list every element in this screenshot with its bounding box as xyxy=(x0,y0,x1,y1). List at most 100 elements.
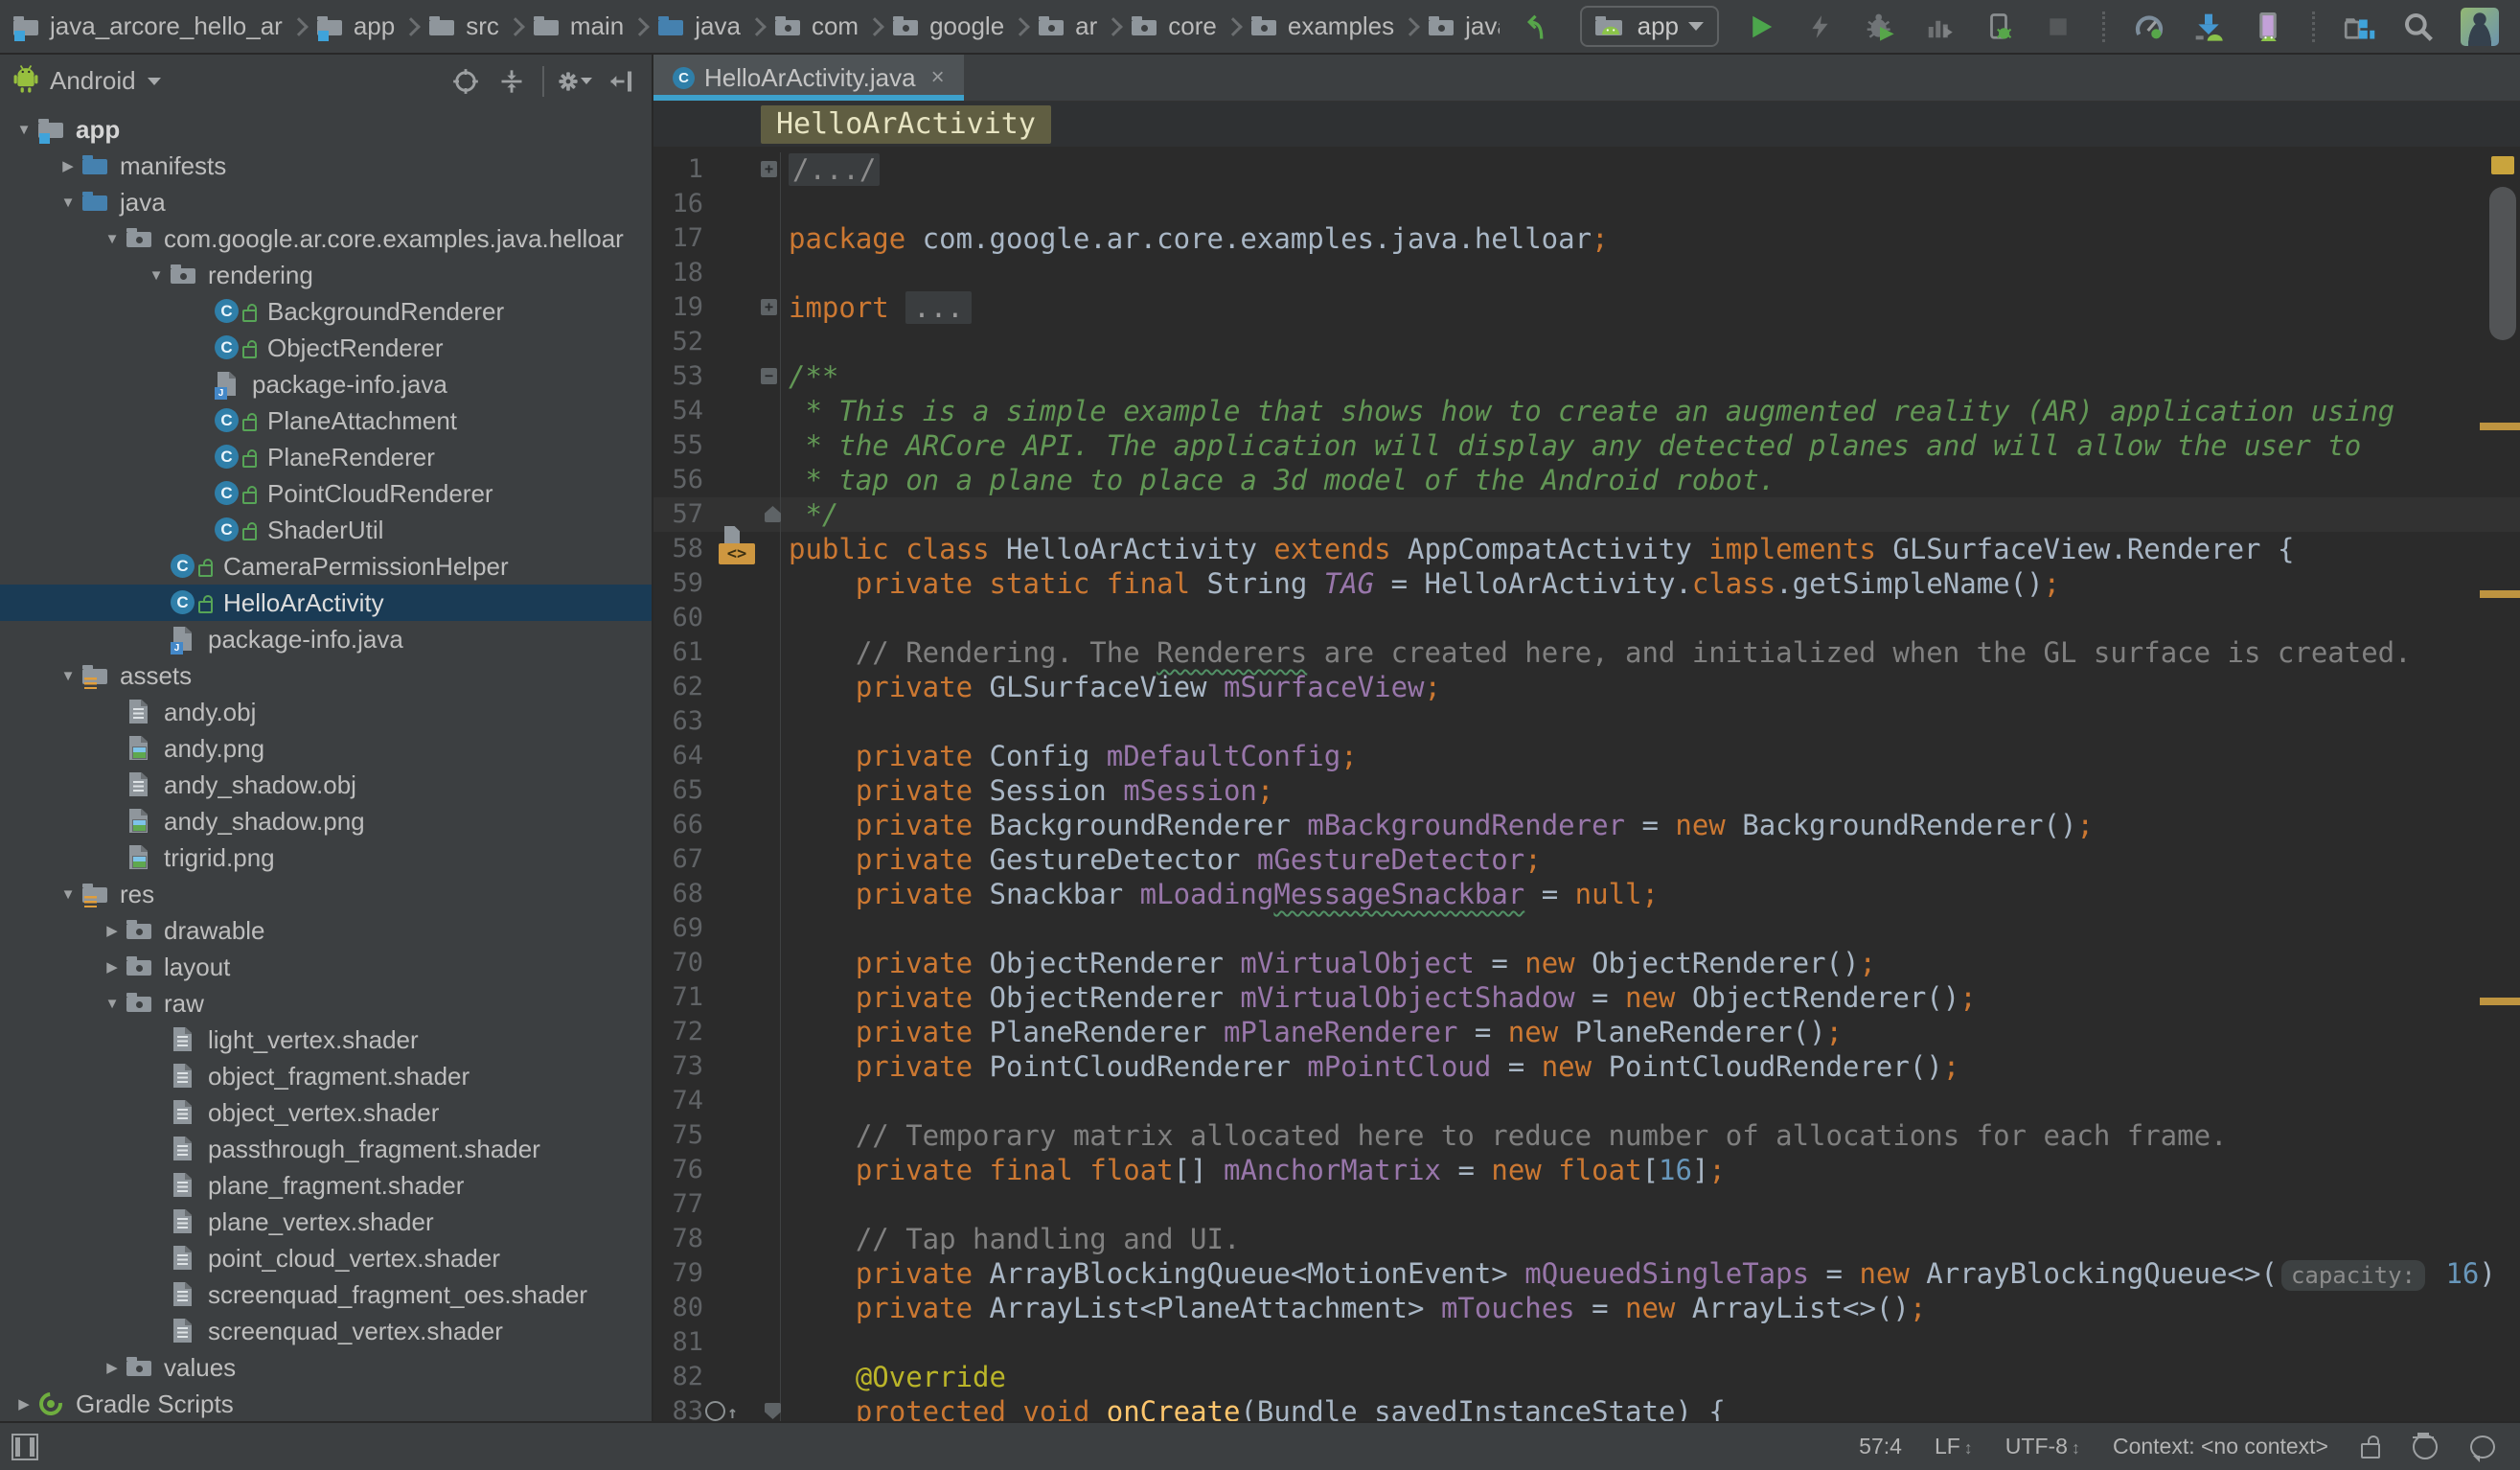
chevron-expanded-icon[interactable]: ▼ xyxy=(54,668,82,684)
breadcrumb-class-chip[interactable]: HelloArActivity xyxy=(761,105,1051,144)
chevron-collapsed-icon[interactable]: ▶ xyxy=(98,1359,126,1376)
breadcrumb-item-app[interactable]: app xyxy=(317,11,395,41)
code-line-57[interactable]: 57 */ xyxy=(653,497,2520,532)
chevron-collapsed-icon[interactable]: ▶ xyxy=(98,958,126,976)
file-encoding-widget[interactable]: UTF-8↕ xyxy=(2005,1434,2080,1459)
chevron-collapsed-icon[interactable]: ▶ xyxy=(98,922,126,939)
stop-button[interactable] xyxy=(2041,10,2075,44)
tree-item-objectrenderer[interactable]: CObjectRenderer xyxy=(0,330,652,366)
warning-stripe-mark[interactable] xyxy=(2480,423,2520,430)
code-line-70[interactable]: 70 private ObjectRenderer mVirtualObject… xyxy=(653,946,2520,980)
breadcrumb-item-google[interactable]: google xyxy=(893,11,1004,41)
project-structure-icon[interactable] xyxy=(2342,10,2376,44)
readonly-lock-icon[interactable] xyxy=(2361,1443,2380,1459)
run-configuration-selector[interactable]: app xyxy=(1580,6,1719,47)
code-line-73[interactable]: 73 private PointCloudRenderer mPointClou… xyxy=(653,1049,2520,1084)
tree-item-andy-obj[interactable]: andy.obj xyxy=(0,694,652,730)
tree-item-helloaractivity[interactable]: CHelloArActivity xyxy=(0,585,652,621)
code-line-76[interactable]: 76 private final float[] mAnchorMatrix =… xyxy=(653,1153,2520,1187)
tree-item-raw[interactable]: ▼raw xyxy=(0,985,652,1022)
chevron-collapsed-icon[interactable]: ▶ xyxy=(54,157,82,174)
collapse-all-icon[interactable] xyxy=(494,64,529,99)
tree-item-camerapermissionhelper[interactable]: CCameraPermissionHelper xyxy=(0,548,652,585)
tree-item-object-vertex-shader[interactable]: object_vertex.shader xyxy=(0,1094,652,1131)
tree-item-pointcloudrenderer[interactable]: CPointCloudRenderer xyxy=(0,475,652,512)
code-line-54[interactable]: 54 * This is a simple example that shows… xyxy=(653,394,2520,428)
scrollbar-thumb[interactable] xyxy=(2489,187,2516,340)
line-separator-widget[interactable]: LF↕ xyxy=(1935,1434,1973,1459)
event-log-bubble-icon[interactable] xyxy=(2470,1436,2495,1459)
chevron-expanded-icon[interactable]: ▼ xyxy=(54,886,82,903)
apply-changes-icon[interactable] xyxy=(1803,10,1838,44)
tree-item-values[interactable]: ▶values xyxy=(0,1349,652,1386)
tree-item-andy-shadow-png[interactable]: andy_shadow.png xyxy=(0,803,652,839)
tree-item-andy-png[interactable]: andy.png xyxy=(0,730,652,767)
code-line-64[interactable]: 64 private Config mDefaultConfig; xyxy=(653,739,2520,773)
tree-item-assets[interactable]: ▼assets xyxy=(0,657,652,694)
tree-item-com-google-ar-core-examples-java-helloar[interactable]: ▼com.google.ar.core.examples.java.helloa… xyxy=(0,220,652,257)
breadcrumb-item-java[interactable]: java xyxy=(658,11,741,41)
settings-gear-icon[interactable] xyxy=(558,64,592,99)
fold-collapse-icon[interactable]: − xyxy=(761,368,777,384)
code-line-1[interactable]: 1+/.../ xyxy=(653,152,2520,187)
code-line-65[interactable]: 65 private Session mSession; xyxy=(653,773,2520,808)
project-view-selector[interactable]: Android xyxy=(50,66,136,96)
tree-item-planeattachment[interactable]: CPlaneAttachment xyxy=(0,402,652,439)
tree-item-point-cloud-vertex-shader[interactable]: point_cloud_vertex.shader xyxy=(0,1240,652,1276)
code-line-75[interactable]: 75 // Temporary matrix allocated here to… xyxy=(653,1118,2520,1153)
code-line-81[interactable]: 81 xyxy=(653,1325,2520,1360)
code-line-67[interactable]: 67 private GestureDetector mGestureDetec… xyxy=(653,842,2520,877)
tree-item-light-vertex-shader[interactable]: light_vertex.shader xyxy=(0,1022,652,1058)
code-line-61[interactable]: 61 // Rendering. The Renderers are creat… xyxy=(653,635,2520,670)
tree-item-andy-shadow-obj[interactable]: andy_shadow.obj xyxy=(0,767,652,803)
debug-button[interactable] xyxy=(1863,10,1897,44)
tree-item-shaderutil[interactable]: CShaderUtil xyxy=(0,512,652,548)
code-line-17[interactable]: 17package com.google.ar.core.examples.ja… xyxy=(653,221,2520,256)
code-line-19[interactable]: 19+import ... xyxy=(653,290,2520,325)
code-line-72[interactable]: 72 private PlaneRenderer mPlaneRenderer … xyxy=(653,1015,2520,1049)
tree-item-rendering[interactable]: ▼rendering xyxy=(0,257,652,293)
tree-item-plane-fragment-shader[interactable]: plane_fragment.shader xyxy=(0,1167,652,1204)
breadcrumb-item-examples[interactable]: examples xyxy=(1251,11,1394,41)
context-widget[interactable]: Context: <no context> xyxy=(2113,1434,2328,1459)
profile-button[interactable] xyxy=(1922,10,1957,44)
breadcrumb-item-com[interactable]: com xyxy=(775,11,859,41)
code-line-56[interactable]: 56 * tap on a plane to place a 3d model … xyxy=(653,463,2520,497)
avd-manager-icon[interactable] xyxy=(2251,10,2285,44)
search-everywhere-icon[interactable] xyxy=(2401,10,2436,44)
tree-item-gradle-scripts[interactable]: ▶Gradle Scripts xyxy=(0,1386,652,1421)
tree-item-java[interactable]: ▼java xyxy=(0,184,652,220)
code-line-80[interactable]: 80 private ArrayList<PlaneAttachment> mT… xyxy=(653,1291,2520,1325)
run-button[interactable] xyxy=(1744,10,1778,44)
code-line-16[interactable]: 16 xyxy=(653,187,2520,221)
overriding-method-icon[interactable]: ↑ xyxy=(705,1401,747,1421)
code-line-53[interactable]: 53−/** xyxy=(653,359,2520,394)
code-line-52[interactable]: 52 xyxy=(653,325,2520,359)
fold-expand-icon[interactable]: + xyxy=(761,299,777,315)
code-line-60[interactable]: 60 xyxy=(653,601,2520,635)
tree-item-res[interactable]: ▼res xyxy=(0,876,652,912)
code-line-82[interactable]: 82 @Override xyxy=(653,1360,2520,1394)
tree-item-screenquad-vertex-shader[interactable]: screenquad_vertex.shader xyxy=(0,1313,652,1349)
chevron-expanded-icon[interactable]: ▼ xyxy=(54,195,82,211)
breadcrumb-item-src[interactable]: src xyxy=(429,11,499,41)
tree-item-backgroundrenderer[interactable]: CBackgroundRenderer xyxy=(0,293,652,330)
code-line-71[interactable]: 71 private ObjectRenderer mVirtualObject… xyxy=(653,980,2520,1015)
code-line-77[interactable]: 77 xyxy=(653,1187,2520,1222)
attach-debugger-icon[interactable] xyxy=(1982,10,2016,44)
tree-item-object-fragment-shader[interactable]: object_fragment.shader xyxy=(0,1058,652,1094)
breadcrumb-item-core[interactable]: core xyxy=(1132,11,1217,41)
back-arrow-icon[interactable] xyxy=(1521,10,1555,44)
error-stripe[interactable] xyxy=(2480,147,2520,1421)
code-line-68[interactable]: 68 private Snackbar mLoadingMessageSnack… xyxy=(653,877,2520,911)
related-file-icon[interactable] xyxy=(724,526,740,545)
code-line-74[interactable]: 74 xyxy=(653,1084,2520,1118)
tab-helloaractivity-java[interactable]: C HelloArActivity.java × xyxy=(653,55,964,101)
code-line-63[interactable]: 63 xyxy=(653,704,2520,739)
breadcrumb-item-ar[interactable]: ar xyxy=(1039,11,1097,41)
code-line-55[interactable]: 55 * the ARCore API. The application wil… xyxy=(653,428,2520,463)
hide-panel-icon[interactable] xyxy=(604,64,638,99)
breadcrumb-item-java[interactable]: java xyxy=(1429,11,1499,41)
code-line-69[interactable]: 69 xyxy=(653,911,2520,946)
tree-item-package-info-java[interactable]: Jpackage-info.java xyxy=(0,366,652,402)
